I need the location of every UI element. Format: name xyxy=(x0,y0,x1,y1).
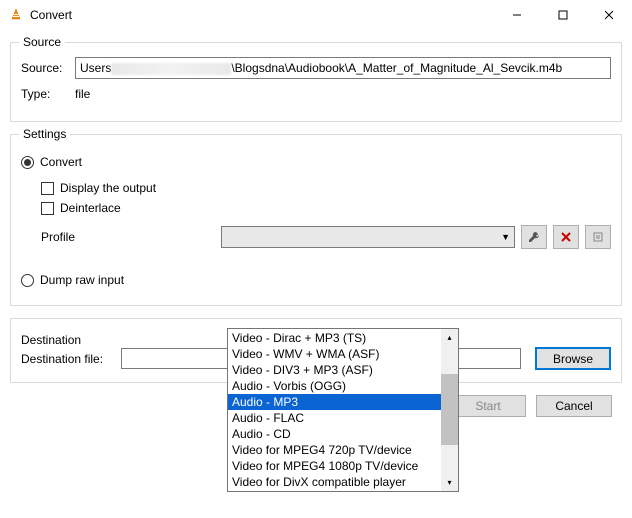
destination-legend: Destination xyxy=(21,333,81,347)
profile-option[interactable]: Video for DivX compatible player xyxy=(228,474,441,490)
maximize-button[interactable] xyxy=(540,0,586,30)
profile-option[interactable]: Video - WMV + WMA (ASF) xyxy=(228,346,441,362)
wrench-icon xyxy=(527,230,541,244)
redacted-path xyxy=(111,63,231,75)
convert-radio[interactable]: Convert xyxy=(21,155,611,169)
convert-radio-label: Convert xyxy=(40,155,82,169)
display-output-checkbox[interactable]: Display the output xyxy=(41,181,611,195)
window-title: Convert xyxy=(30,8,494,22)
source-label: Source: xyxy=(21,61,75,75)
delete-profile-button[interactable] xyxy=(553,225,579,249)
source-suffix: \Blogsdna\Audiobook\A_Matter_of_Magnitud… xyxy=(231,61,562,75)
delete-icon xyxy=(560,231,572,243)
scroll-thumb[interactable] xyxy=(441,374,458,444)
profile-option[interactable]: Audio - MP3 xyxy=(228,394,441,410)
profile-option[interactable]: Video for MPEG4 1080p TV/device xyxy=(228,458,441,474)
close-button[interactable] xyxy=(586,0,632,30)
cancel-button[interactable]: Cancel xyxy=(536,395,612,417)
source-legend: Source xyxy=(19,35,65,49)
edit-profile-button[interactable] xyxy=(521,225,547,249)
dropdown-scrollbar[interactable]: ▴ ▾ xyxy=(441,329,458,491)
profile-combobox[interactable]: ▼ xyxy=(221,226,515,248)
deinterlace-input[interactable] xyxy=(41,202,54,215)
profile-option[interactable]: Video - Dirac + MP3 (TS) xyxy=(228,330,441,346)
profile-option[interactable]: Audio - CD xyxy=(228,426,441,442)
titlebar: Convert xyxy=(0,0,632,30)
deinterlace-checkbox[interactable]: Deinterlace xyxy=(41,201,611,215)
start-button[interactable]: Start xyxy=(450,395,526,417)
destination-file-label: Destination file: xyxy=(21,352,121,366)
type-label: Type: xyxy=(21,87,75,101)
profile-dropdown[interactable]: Video - Dirac + MP3 (TS)Video - WMV + WM… xyxy=(227,328,459,492)
app-icon xyxy=(8,7,24,23)
minimize-button[interactable] xyxy=(494,0,540,30)
profile-label: Profile xyxy=(41,230,221,244)
dump-raw-radio-label: Dump raw input xyxy=(40,273,124,287)
convert-radio-input[interactable] xyxy=(21,156,34,169)
display-output-input[interactable] xyxy=(41,182,54,195)
type-value: file xyxy=(75,87,90,101)
new-profile-button[interactable] xyxy=(585,225,611,249)
scroll-track[interactable] xyxy=(441,346,458,474)
profile-option[interactable]: Audio - FLAC xyxy=(228,410,441,426)
profile-option[interactable]: Audio - Vorbis (OGG) xyxy=(228,378,441,394)
scroll-up-button[interactable]: ▴ xyxy=(441,329,458,346)
display-output-label: Display the output xyxy=(60,181,156,195)
scroll-down-button[interactable]: ▾ xyxy=(441,474,458,491)
profile-option[interactable]: Video - DIV3 + MP3 (ASF) xyxy=(228,362,441,378)
chevron-down-icon: ▼ xyxy=(501,232,510,242)
source-group: Source Source: Users\Blogsdna\Audiobook\… xyxy=(10,42,622,122)
source-prefix: Users xyxy=(80,61,111,75)
deinterlace-label: Deinterlace xyxy=(60,201,121,215)
dump-raw-radio-input[interactable] xyxy=(21,274,34,287)
dump-raw-radio[interactable]: Dump raw input xyxy=(21,273,611,287)
browse-button[interactable]: Browse xyxy=(535,347,611,370)
settings-group: Settings Convert Display the output Dein… xyxy=(10,134,622,306)
source-input[interactable]: Users \Blogsdna\Audiobook\A_Matter_of_Mag… xyxy=(75,57,611,79)
profile-option[interactable]: Video for MPEG4 720p TV/device xyxy=(228,442,441,458)
new-profile-icon xyxy=(592,231,604,243)
settings-legend: Settings xyxy=(19,127,70,141)
